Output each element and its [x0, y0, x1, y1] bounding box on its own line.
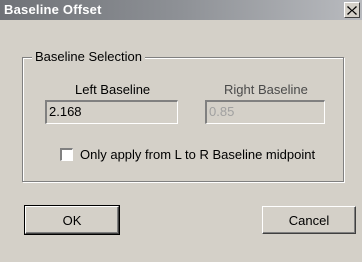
midpoint-checkbox[interactable]	[60, 148, 73, 161]
close-button[interactable]	[344, 2, 360, 18]
ok-button[interactable]: OK	[24, 205, 120, 235]
close-icon	[347, 5, 357, 15]
cancel-button[interactable]: Cancel	[262, 206, 356, 234]
window-title: Baseline Offset	[4, 2, 102, 17]
baseline-offset-dialog: Baseline Offset Baseline Selection Left …	[0, 0, 362, 262]
right-baseline-label: Right Baseline	[224, 82, 308, 97]
title-bar[interactable]: Baseline Offset	[0, 0, 362, 20]
left-baseline-label: Left Baseline	[75, 82, 151, 97]
right-baseline-input: 0.85	[205, 100, 325, 124]
group-legend: Baseline Selection	[32, 49, 145, 65]
left-baseline-input[interactable]: 2.168	[45, 100, 178, 124]
midpoint-checkbox-label[interactable]: Only apply from L to R Baseline midpoint	[80, 147, 315, 163]
